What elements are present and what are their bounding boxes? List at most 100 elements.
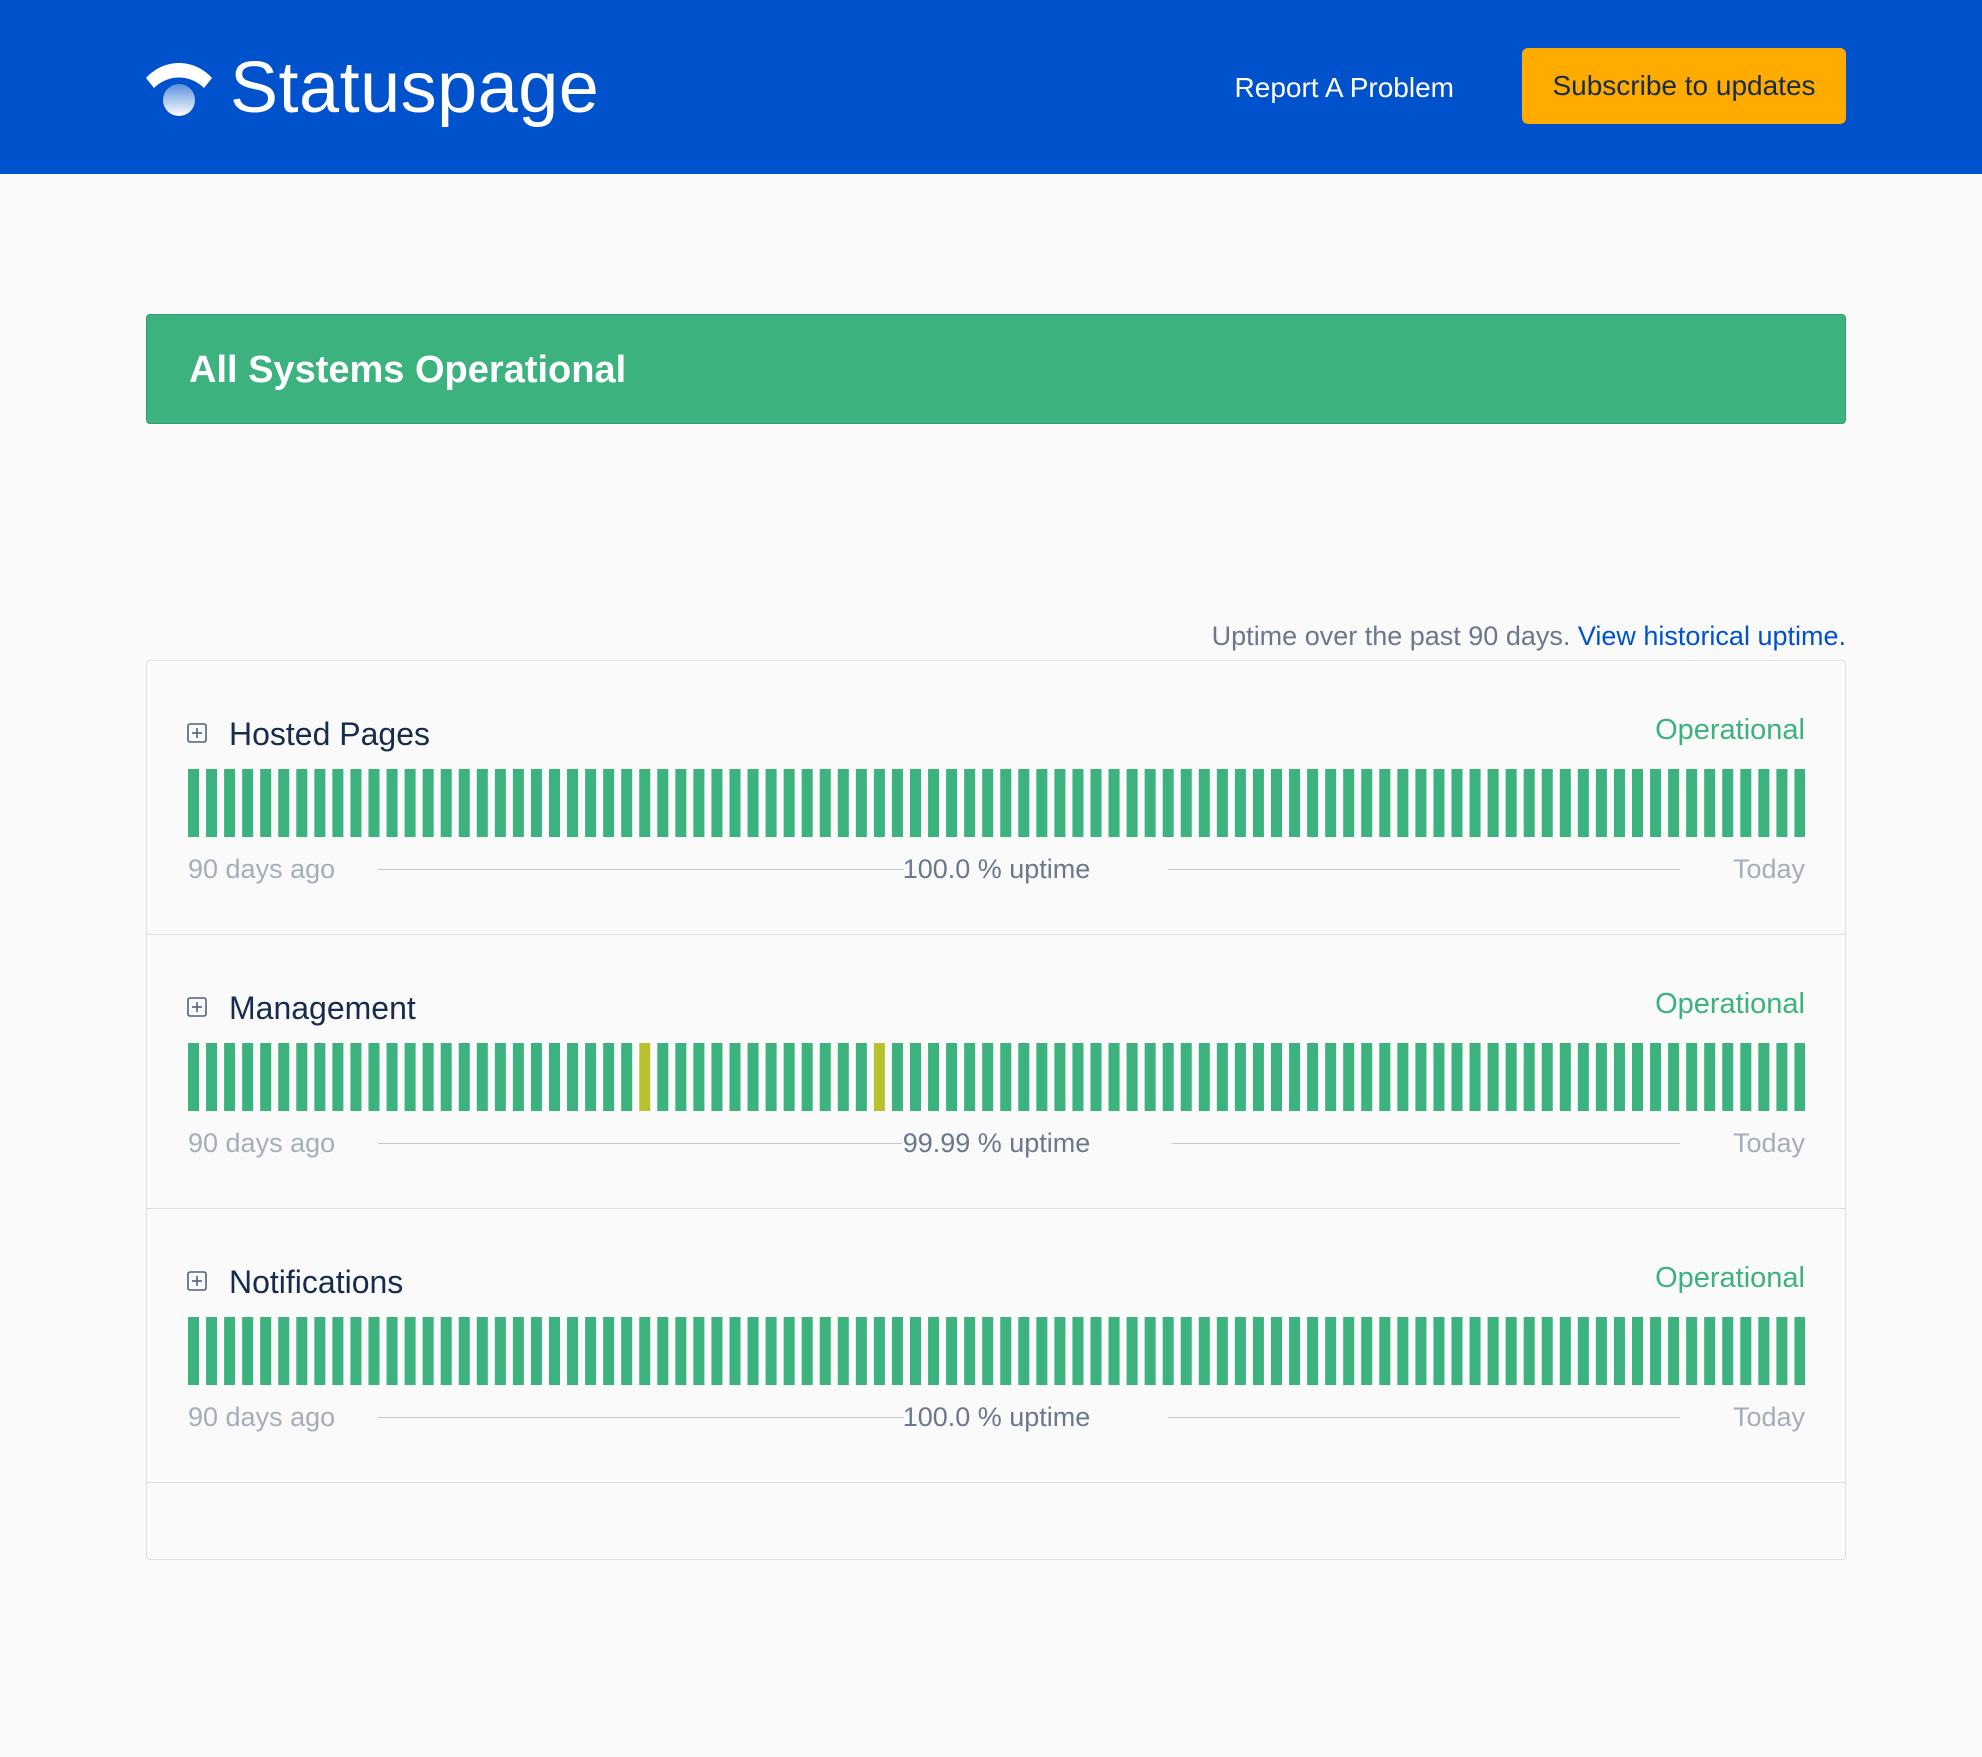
uptime-day-bar[interactable] — [1505, 1043, 1517, 1111]
uptime-day-bar[interactable] — [1613, 769, 1625, 837]
uptime-day-bar[interactable] — [278, 1317, 290, 1385]
uptime-day-bar[interactable] — [458, 769, 470, 837]
uptime-day-bar[interactable] — [964, 769, 976, 837]
uptime-day-bar[interactable] — [567, 1317, 579, 1385]
uptime-day-bar[interactable] — [1415, 1043, 1427, 1111]
uptime-day-bar[interactable] — [1559, 1043, 1571, 1111]
uptime-day-bar[interactable] — [891, 1043, 903, 1111]
uptime-day-bar[interactable] — [350, 769, 362, 837]
uptime-day-bar[interactable] — [946, 1317, 958, 1385]
uptime-day-bar[interactable] — [386, 769, 398, 837]
uptime-day-bar[interactable] — [1758, 1317, 1770, 1385]
uptime-day-bar[interactable] — [1451, 1317, 1463, 1385]
uptime-day-bar[interactable] — [549, 1043, 560, 1111]
uptime-day-bar[interactable] — [242, 769, 254, 837]
uptime-day-bar[interactable] — [1018, 769, 1030, 837]
uptime-day-bar[interactable] — [1252, 1043, 1264, 1111]
uptime-day-bar[interactable] — [1144, 1043, 1156, 1111]
uptime-day-bar[interactable] — [1072, 769, 1084, 837]
uptime-day-bar[interactable] — [603, 1317, 615, 1385]
uptime-day-bar[interactable] — [188, 1317, 199, 1385]
uptime-day-bar[interactable] — [224, 1317, 236, 1385]
uptime-day-bar[interactable] — [855, 1043, 867, 1111]
uptime-day-bar[interactable] — [711, 1043, 723, 1111]
uptime-day-bar[interactable] — [946, 1043, 958, 1111]
uptime-day-bar[interactable] — [188, 769, 199, 837]
uptime-day-bar[interactable] — [494, 1043, 506, 1111]
uptime-day-bar[interactable] — [404, 1043, 416, 1111]
uptime-day-bar[interactable] — [1090, 1043, 1102, 1111]
uptime-day-bar[interactable] — [1144, 1317, 1156, 1385]
uptime-day-bar[interactable] — [1433, 1317, 1445, 1385]
uptime-day-bar[interactable] — [512, 1043, 524, 1111]
uptime-day-bar[interactable] — [1523, 769, 1535, 837]
uptime-day-bar[interactable] — [440, 1317, 452, 1385]
uptime-day-bar[interactable] — [910, 1043, 921, 1111]
uptime-day-bar[interactable] — [1559, 1317, 1571, 1385]
uptime-day-bar[interactable] — [278, 769, 290, 837]
uptime-day-bar[interactable] — [1343, 769, 1355, 837]
uptime-day-bar[interactable] — [1126, 1043, 1138, 1111]
uptime-day-bar[interactable] — [404, 769, 416, 837]
uptime-day-bar[interactable] — [1794, 1317, 1805, 1385]
uptime-day-bar[interactable] — [1704, 1043, 1716, 1111]
uptime-day-bar[interactable] — [657, 769, 669, 837]
uptime-day-bar[interactable] — [982, 769, 994, 837]
uptime-day-bar[interactable] — [1722, 1317, 1734, 1385]
uptime-day-bar[interactable] — [314, 1317, 326, 1385]
uptime-day-bar[interactable] — [1469, 769, 1481, 837]
uptime-day-bar[interactable] — [765, 1043, 777, 1111]
uptime-day-bar[interactable] — [512, 769, 524, 837]
uptime-day-bar[interactable] — [801, 1317, 813, 1385]
report-problem-link[interactable]: Report A Problem — [1235, 71, 1454, 105]
uptime-day-bar[interactable] — [332, 769, 344, 837]
uptime-day-bar[interactable] — [242, 1317, 254, 1385]
uptime-day-bar[interactable] — [1361, 1043, 1373, 1111]
uptime-day-bar[interactable] — [1704, 1317, 1716, 1385]
uptime-day-bar[interactable] — [1487, 769, 1499, 837]
uptime-day-bar[interactable] — [1108, 769, 1120, 837]
uptime-day-bar[interactable] — [1379, 769, 1391, 837]
uptime-day-bar[interactable] — [1325, 1317, 1337, 1385]
uptime-day-bar[interactable] — [224, 1043, 236, 1111]
uptime-day-bar[interactable] — [837, 1317, 849, 1385]
uptime-day-bar[interactable] — [1541, 1317, 1553, 1385]
uptime-day-bar[interactable] — [783, 1043, 795, 1111]
uptime-day-bar[interactable] — [1307, 1043, 1319, 1111]
uptime-day-bar[interactable] — [1595, 1317, 1607, 1385]
uptime-day-bar[interactable] — [819, 769, 831, 837]
uptime-day-bar[interactable] — [1379, 1043, 1391, 1111]
uptime-day-bar-degraded[interactable] — [873, 1043, 885, 1111]
uptime-day-bar[interactable] — [260, 769, 272, 837]
uptime-day-bar[interactable] — [440, 1043, 452, 1111]
uptime-day-bar[interactable] — [855, 769, 867, 837]
expand-plus-icon[interactable] — [187, 723, 207, 743]
uptime-day-bar[interactable] — [1361, 1317, 1373, 1385]
uptime-day-bar[interactable] — [1289, 1043, 1301, 1111]
uptime-day-bar[interactable] — [585, 1317, 597, 1385]
uptime-day-bar[interactable] — [1740, 769, 1752, 837]
uptime-day-bar[interactable] — [1307, 1317, 1319, 1385]
uptime-day-bar[interactable] — [1126, 769, 1138, 837]
uptime-day-bar[interactable] — [1704, 769, 1716, 837]
uptime-day-bar[interactable] — [1794, 769, 1805, 837]
uptime-day-bar[interactable] — [1794, 1043, 1805, 1111]
uptime-day-bar[interactable] — [747, 1043, 759, 1111]
uptime-day-bar[interactable] — [188, 1043, 199, 1111]
uptime-day-bar[interactable] — [1668, 769, 1680, 837]
uptime-day-bar[interactable] — [1198, 1043, 1210, 1111]
uptime-day-bar[interactable] — [1216, 769, 1228, 837]
uptime-day-bar[interactable] — [549, 1317, 560, 1385]
uptime-day-bar[interactable] — [494, 769, 506, 837]
uptime-day-bar[interactable] — [314, 1043, 326, 1111]
uptime-day-bar[interactable] — [855, 1317, 867, 1385]
uptime-day-bar[interactable] — [1776, 769, 1788, 837]
uptime-day-bar[interactable] — [891, 1317, 903, 1385]
uptime-day-bar[interactable] — [368, 1043, 380, 1111]
uptime-day-bar[interactable] — [1505, 1317, 1517, 1385]
uptime-day-bar[interactable] — [1198, 1317, 1210, 1385]
uptime-day-bar[interactable] — [1487, 1317, 1499, 1385]
uptime-day-bar[interactable] — [928, 769, 940, 837]
uptime-day-bar[interactable] — [1036, 1317, 1048, 1385]
uptime-day-bar[interactable] — [783, 1317, 795, 1385]
